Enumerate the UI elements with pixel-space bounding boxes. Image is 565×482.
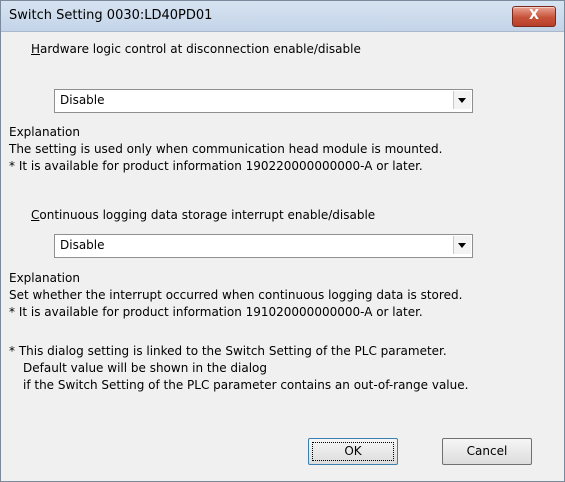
parameter-link-note: * This dialog setting is linked to the S…	[9, 344, 447, 358]
explanation-heading-1: Explanation	[9, 125, 80, 139]
default-value-note: Default value will be shown in the dialo…	[23, 361, 267, 375]
close-icon: X	[528, 8, 540, 23]
explanation-text-2: Set whether the interrupt occurred when …	[9, 288, 463, 302]
window-title: Switch Setting 0030:LD40PD01	[9, 8, 213, 23]
product-info-note-2: * It is available for product informatio…	[9, 305, 423, 319]
chevron-down-icon[interactable]	[453, 91, 471, 109]
close-button[interactable]: X	[512, 6, 556, 27]
continuous-logging-combobox[interactable]: Disable	[54, 234, 473, 258]
hardware-logic-combobox[interactable]: Disable	[54, 89, 473, 113]
hardware-logic-label: Hardware logic control at disconnection …	[31, 42, 361, 56]
cancel-button[interactable]: Cancel	[442, 438, 532, 465]
cancel-button-label: Cancel	[466, 444, 508, 458]
dialog-content: Hardware logic control at disconnection …	[1, 32, 564, 481]
focus-rectangle	[312, 442, 394, 461]
hardware-logic-value: Disable	[60, 93, 105, 107]
explanation-heading-2: Explanation	[9, 271, 80, 285]
product-info-note-1: * It is available for product informatio…	[9, 159, 423, 173]
continuous-logging-label: Continuous logging data storage interrup…	[31, 208, 376, 222]
accelerator-key-h: H	[31, 42, 41, 56]
explanation-text-1: The setting is used only when communicat…	[9, 142, 443, 156]
continuous-logging-value: Disable	[60, 238, 105, 252]
out-of-range-note: if the Switch Setting of the PLC paramet…	[23, 378, 469, 392]
chevron-down-icon[interactable]	[453, 236, 471, 254]
ok-button[interactable]: OK	[308, 438, 398, 465]
switch-setting-dialog: Switch Setting 0030:LD40PD01 X Hardware …	[0, 0, 565, 482]
title-bar: Switch Setting 0030:LD40PD01 X	[1, 1, 564, 32]
